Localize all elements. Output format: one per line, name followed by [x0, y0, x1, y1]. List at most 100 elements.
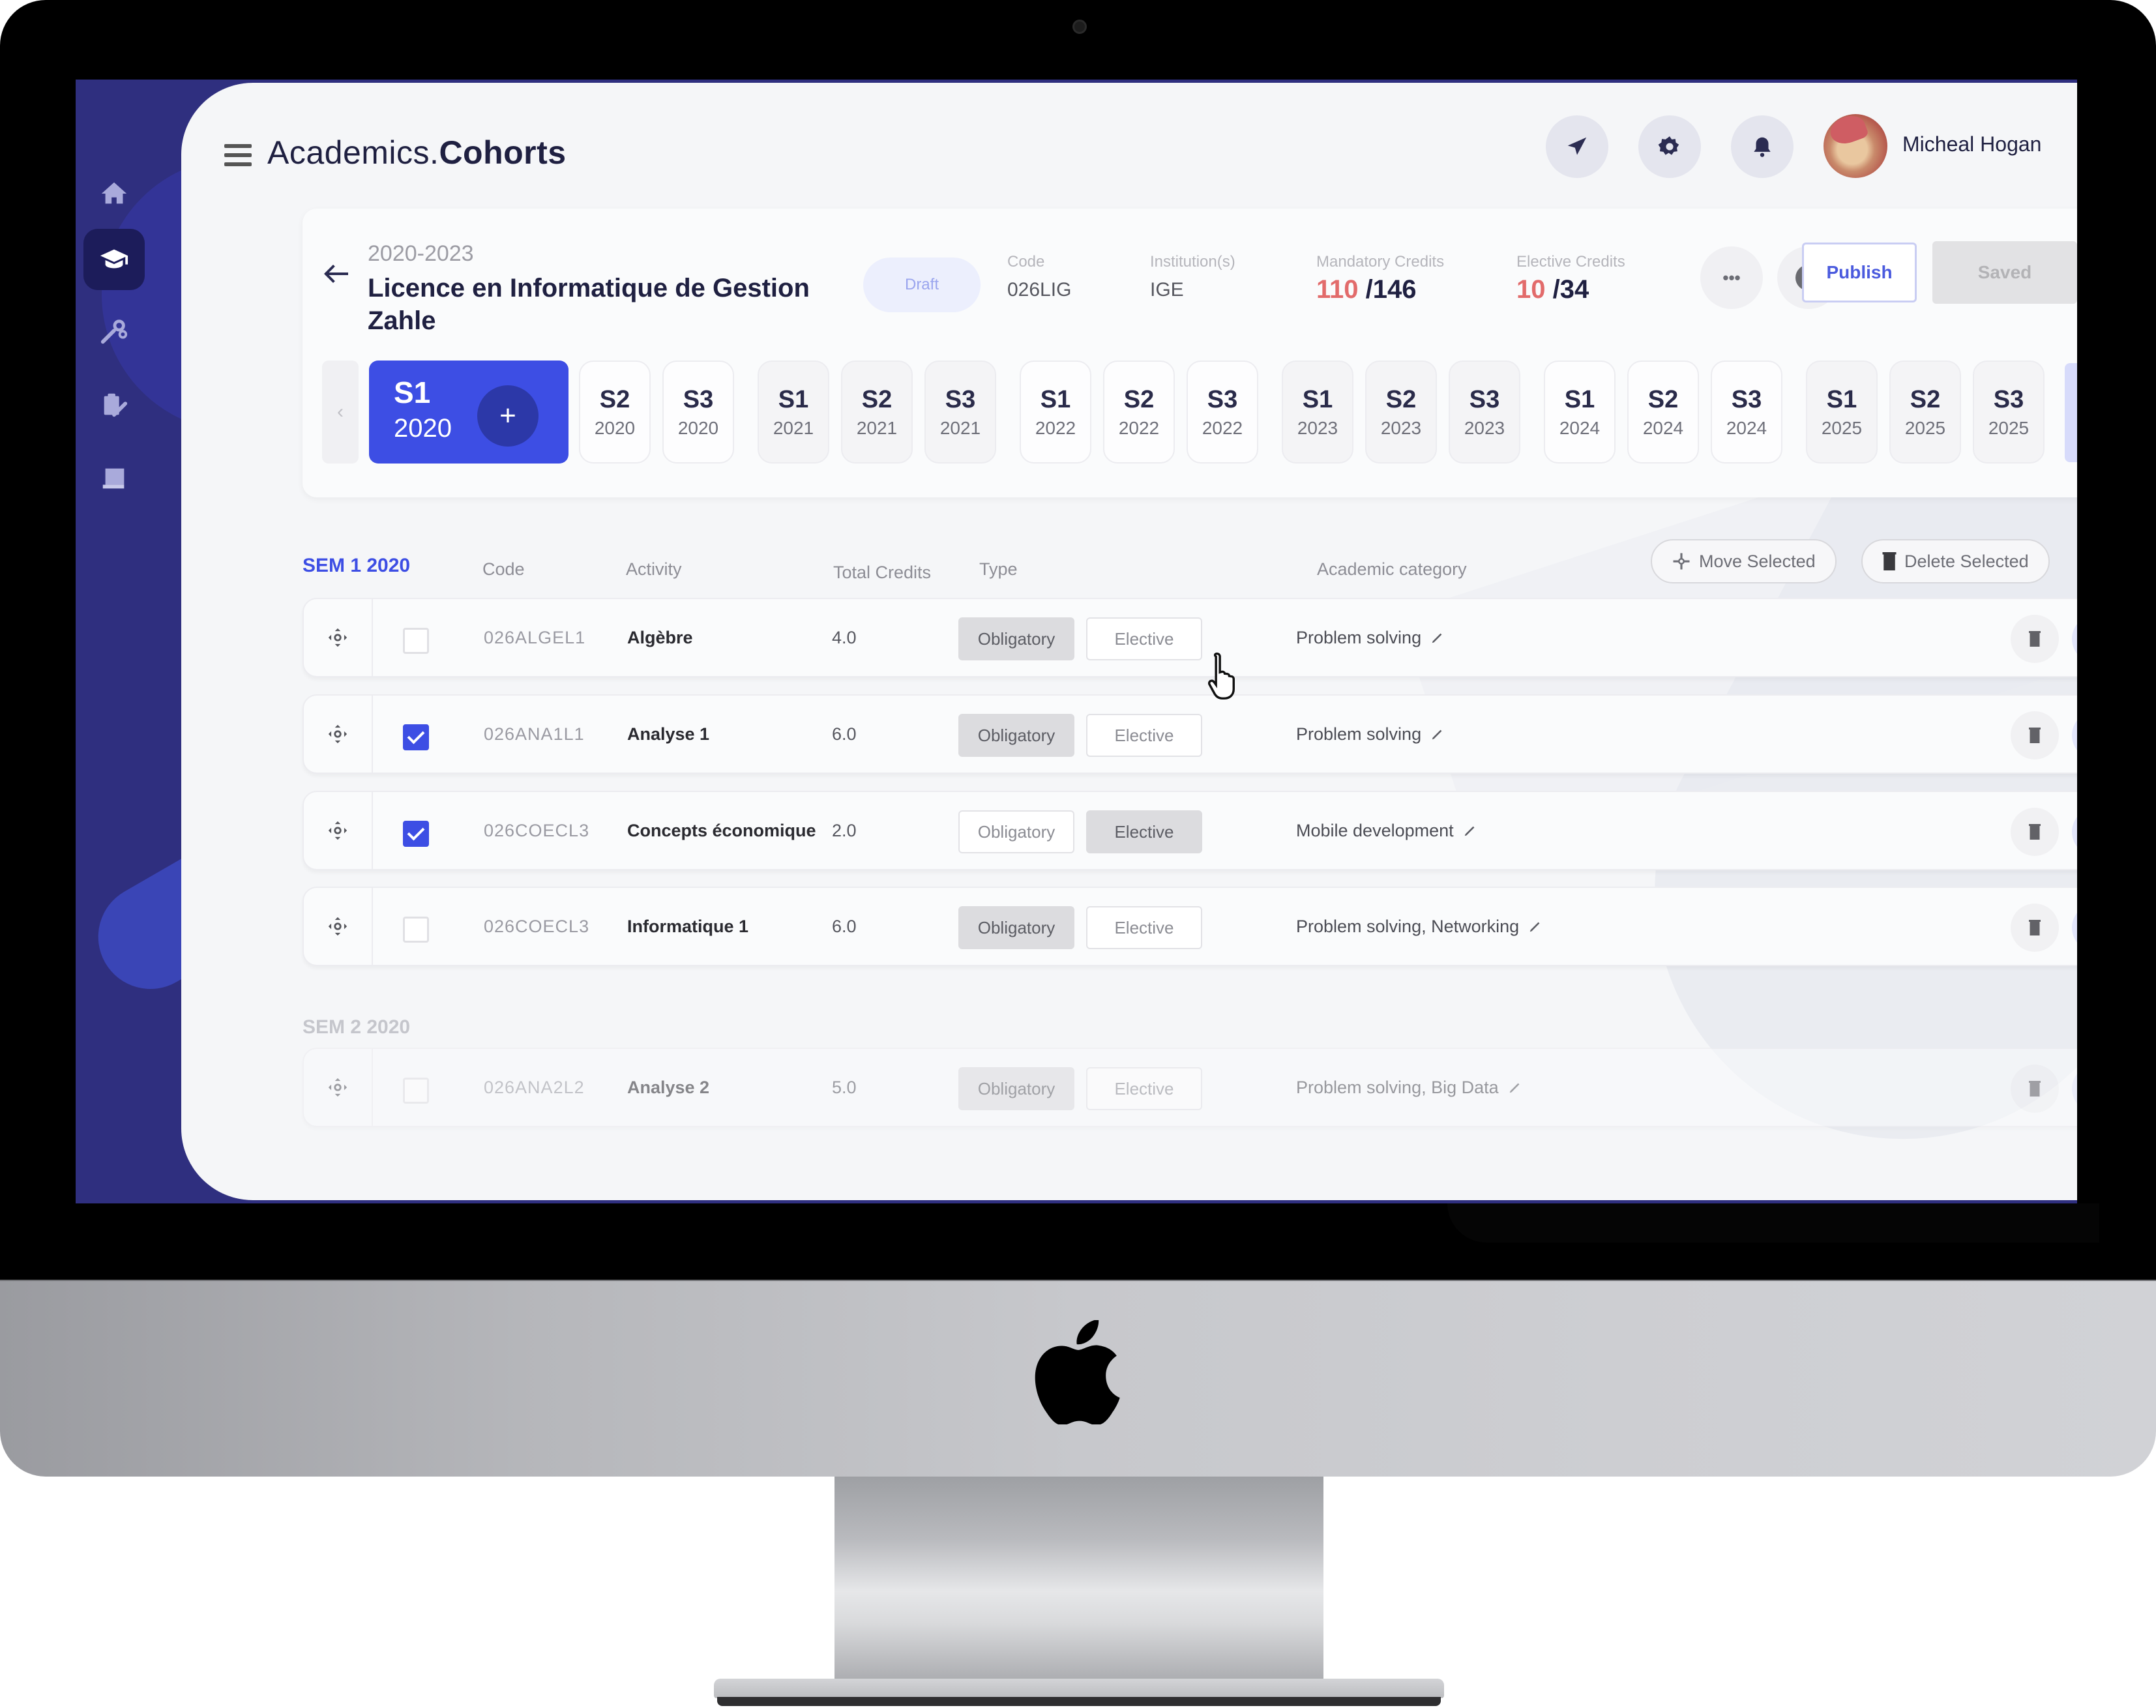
chip-semester: S2	[1123, 385, 1155, 413]
program-institution: Institution(s) IGE	[1150, 253, 1235, 301]
move-selected-button[interactable]: Move Selected	[1651, 539, 1837, 583]
sidebar-item-home[interactable]	[83, 163, 145, 224]
academic-category-text: Problem solving, Big Data	[1296, 1077, 1499, 1097]
send-button[interactable]	[1546, 115, 1608, 178]
chip-year: 2025	[1988, 417, 2030, 438]
row-checkbox[interactable]	[403, 724, 429, 750]
edit-pencil-icon[interactable]	[1430, 727, 1445, 741]
status-badge: Draft	[863, 258, 981, 312]
column-header-activity: Activity	[626, 559, 682, 579]
delete-row-button[interactable]	[2011, 904, 2059, 952]
row-info-button[interactable]	[2072, 1065, 2077, 1113]
row-checkbox[interactable]	[403, 1078, 429, 1104]
chip-year: 2024	[1642, 417, 1684, 438]
type-obligatory-button[interactable]: Obligatory	[958, 714, 1074, 757]
drag-handle[interactable]	[304, 696, 373, 773]
course-activity: Informatique 1	[627, 916, 749, 936]
sidebar-item-assignments[interactable]	[83, 374, 145, 435]
table-row: 026COECL3 Concepts économique 2.0 Obligator…	[303, 791, 2077, 870]
edit-pencil-icon[interactable]	[1508, 1080, 1522, 1095]
chip-semester: S3	[683, 385, 714, 413]
semester-chip[interactable]: S1 2025	[1806, 361, 1878, 464]
trash-icon	[2029, 824, 2041, 840]
semester-chip[interactable]: S2 2022	[1103, 361, 1175, 464]
delete-row-button[interactable]	[2011, 711, 2059, 759]
delete-row-button[interactable]	[2011, 808, 2059, 856]
type-elective-button[interactable]: Elective	[1086, 617, 1202, 660]
type-elective-button[interactable]: Elective	[1086, 714, 1202, 757]
drag-handle[interactable]	[304, 792, 373, 869]
table-row: 026ALGEL1 Algèbre 4.0 Obligatory Elective Pro…	[303, 598, 2077, 677]
type-obligatory-button[interactable]: Obligatory	[958, 906, 1074, 949]
monitor-stand-foot	[717, 1697, 1441, 1706]
type-elective-button[interactable]: Elective	[1086, 810, 1202, 853]
menu-icon[interactable]	[224, 144, 252, 166]
app-title: Academics.Cohorts	[267, 134, 567, 171]
semester-chip[interactable]: S1 2021	[758, 361, 829, 464]
semester-chip[interactable]: S1 2023	[1282, 361, 1353, 464]
chip-year: 2022	[1202, 417, 1243, 438]
type-obligatory-button[interactable]: Obligatory	[958, 810, 1074, 853]
user-name[interactable]: Micheal Hogan	[1902, 132, 2041, 156]
row-info-button[interactable]	[2072, 904, 2077, 952]
semester-chip[interactable]: S1 2022	[1020, 361, 1091, 464]
sidebar-item-library[interactable]	[83, 448, 145, 509]
edit-pencil-icon[interactable]	[1463, 823, 1477, 838]
sidebar-item-tools[interactable]	[83, 301, 145, 362]
semester-chip[interactable]: S2 2021	[841, 361, 913, 464]
institution-label: Institution(s)	[1150, 253, 1235, 271]
send-icon	[1567, 137, 1587, 155]
course-credits: 2.0	[832, 820, 857, 840]
back-arrow-icon[interactable]	[322, 262, 351, 286]
avatar[interactable]	[1824, 114, 1887, 178]
publish-button[interactable]: Publish	[1802, 243, 1917, 302]
more-options-button[interactable]: •••	[1700, 246, 1763, 309]
delete-row-button[interactable]	[2011, 1065, 2059, 1113]
chip-year: 2024	[1559, 417, 1601, 438]
row-checkbox[interactable]	[403, 821, 429, 847]
row-checkbox[interactable]	[403, 917, 429, 943]
semester-chip[interactable]: S2 2025	[1889, 361, 1961, 464]
sidebar-item-cohorts[interactable]	[83, 229, 145, 290]
semester-chip[interactable]: S3 2021	[924, 361, 996, 464]
semester-chip[interactable]: S2 2023	[1365, 361, 1437, 464]
delete-row-button[interactable]	[2011, 615, 2059, 663]
add-semester-button[interactable]: +	[477, 385, 539, 447]
course-credits: 5.0	[832, 1077, 857, 1097]
chips-prev-button[interactable]: ‹	[322, 361, 359, 464]
semester-chip[interactable]: S2 2020	[579, 361, 651, 464]
delete-selected-button[interactable]: Delete Selected	[1861, 539, 2050, 583]
drag-handle[interactable]	[304, 1049, 373, 1126]
trash-icon	[2029, 1081, 2041, 1097]
row-info-button[interactable]	[2072, 711, 2077, 759]
type-obligatory-button[interactable]: Obligatory	[958, 1067, 1074, 1110]
trash-icon	[2029, 631, 2041, 647]
edit-pencil-icon[interactable]	[1430, 630, 1445, 645]
clipboard-edit-icon	[104, 393, 128, 417]
semester-chip[interactable]: S3 2023	[1449, 361, 1520, 464]
edit-pencil-icon[interactable]	[1528, 919, 1543, 934]
semester-chip[interactable]: S3 2024	[1711, 361, 1782, 464]
notifications-button[interactable]	[1731, 115, 1794, 178]
monitor-stand	[834, 1477, 1323, 1685]
row-info-button[interactable]	[2072, 615, 2077, 663]
saved-button[interactable]: Saved	[1932, 241, 2077, 304]
chips-next-button[interactable]: ›	[2065, 363, 2077, 462]
drag-handle[interactable]	[304, 888, 373, 965]
semester-chip[interactable]: S3 2022	[1187, 361, 1258, 464]
type-obligatory-button[interactable]: Obligatory	[958, 617, 1074, 660]
semester-chip[interactable]: S2 2024	[1627, 361, 1699, 464]
drag-handle[interactable]	[304, 599, 373, 676]
type-elective-button[interactable]: Elective	[1086, 1067, 1202, 1110]
semester-chip-active[interactable]: S1 2020 +	[369, 361, 569, 464]
row-info-button[interactable]	[2072, 808, 2077, 856]
top-bar: Academics.Cohorts Micheal Hogan	[181, 83, 2077, 213]
row-checkbox[interactable]	[403, 628, 429, 654]
chip-semester: S2	[861, 385, 893, 413]
settings-button[interactable]	[1638, 115, 1701, 178]
type-elective-button[interactable]: Elective	[1086, 906, 1202, 949]
semester-chip[interactable]: S1 2024	[1544, 361, 1616, 464]
chip-semester: S3	[1993, 385, 2024, 413]
semester-chip[interactable]: S3 2020	[662, 361, 734, 464]
semester-chip[interactable]: S3 2025	[1973, 361, 2045, 464]
